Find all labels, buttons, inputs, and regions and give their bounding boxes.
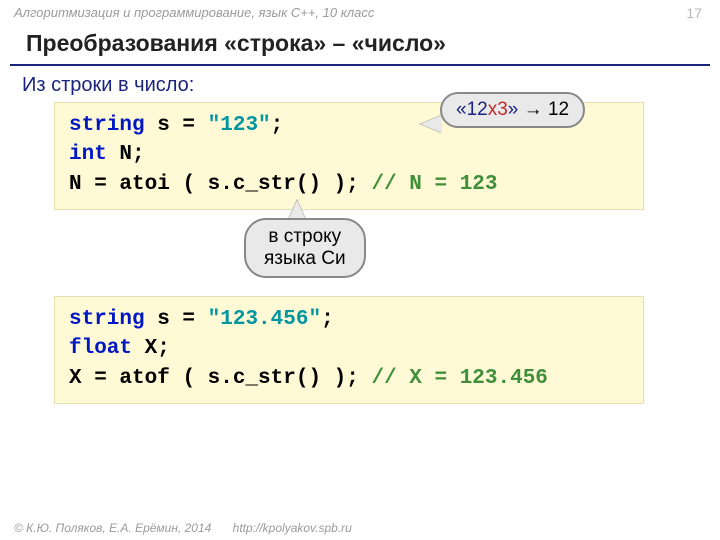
code-comment: // X = 123.456 xyxy=(359,367,548,390)
callout-result: 12 xyxy=(548,99,569,120)
code-text: ; xyxy=(321,308,334,331)
code-line: string s = "123.456"; xyxy=(69,305,629,334)
section-subtitle: Из строки в число: xyxy=(22,74,194,97)
string-literal: "123.456" xyxy=(208,308,321,331)
code-text: ( s.c_str() ); xyxy=(170,367,359,390)
page-number: 17 xyxy=(686,5,702,21)
code-text: N = xyxy=(69,173,119,196)
callout-line: в строку xyxy=(264,226,346,248)
code-text: X = xyxy=(69,367,119,390)
breadcrumb: Алгоритмизация и программирование, язык … xyxy=(14,5,374,20)
keyword: string xyxy=(69,114,145,137)
code-text: s = xyxy=(145,308,208,331)
code-text: X; xyxy=(132,337,170,360)
code-text: ; xyxy=(271,114,284,137)
callout-text: 12 xyxy=(467,99,488,120)
code-text: ( s.c_str() ); xyxy=(170,173,359,196)
callout-text: » xyxy=(508,99,519,120)
code-line: N = atoi ( s.c_str() ); // N = 123 xyxy=(69,170,629,199)
callout-tail xyxy=(420,115,442,133)
footer-url: http://kpolyakov.spb.ru xyxy=(233,521,352,535)
callout-text: « xyxy=(456,99,467,120)
code-comment: // N = 123 xyxy=(359,173,498,196)
code-text: N; xyxy=(107,143,145,166)
keyword: int xyxy=(69,143,107,166)
keyword: string xyxy=(69,308,145,331)
keyword: float xyxy=(69,337,132,360)
callout-tail xyxy=(288,200,306,220)
copyright: © К.Ю. Поляков, Е.А. Ерёмин, 2014 xyxy=(14,521,211,535)
arrow-icon: → xyxy=(518,99,548,120)
title-rule xyxy=(10,64,710,66)
callout-bad-chars: х3 xyxy=(488,99,508,120)
code-block-2: string s = "123.456"; float X; X = atof … xyxy=(54,296,644,404)
string-literal: "123" xyxy=(208,114,271,137)
code-line: float X; xyxy=(69,334,629,363)
code-line: X = atof ( s.c_str() ); // X = 123.456 xyxy=(69,364,629,393)
footer: © К.Ю. Поляков, Е.А. Ерёмин, 2014 http:/… xyxy=(14,521,352,535)
code-text: s = xyxy=(145,114,208,137)
callout-conversion-example: «12х3» → 12 xyxy=(440,92,585,128)
func-name: atof xyxy=(119,367,169,390)
code-line: int N; xyxy=(69,140,629,169)
func-name: atoi xyxy=(119,173,169,196)
callout-line: языка Си xyxy=(264,248,346,270)
page-title: Преобразования «строка» – «число» xyxy=(26,30,446,57)
callout-c-string: в строку языка Си xyxy=(244,218,366,278)
